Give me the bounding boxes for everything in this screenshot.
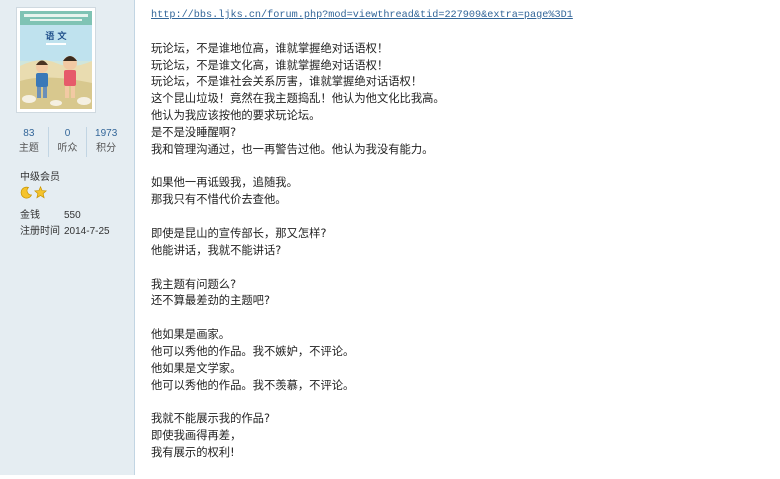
stat-points-value: 1973 [95,128,118,139]
register-label: 注册时间 [20,226,60,237]
post-line: 那我只有不惜代价去查他。 [151,193,287,207]
stat-followers-value: 0 [64,128,71,139]
post-line: 玩论坛，不是谁地位高，谁就掌握绝对话语权！ [151,41,389,55]
post-line: 他认为我应该按他的要求玩论坛。 [151,108,321,122]
post-line: 玩论坛，不是谁文化高，谁就掌握绝对话语权！ [151,58,389,72]
stat-topics[interactable]: 83 主题 [10,127,48,157]
stat-points[interactable]: 1973 积分 [86,127,125,157]
post-line: 即使是昆山的宣传部长，那又怎样? [151,226,327,240]
star-icon [33,184,48,199]
user-rank[interactable]: 中级会员 [20,168,60,183]
post-paragraph-6: 我就不能展示我的作品? 即使我画得再差， 我有展示的权利! [151,411,771,461]
rank-icons [20,184,48,199]
post-paragraph-2: 如果他一再诋毁我，追随我。 那我只有不惜代价去查他。 [151,175,771,209]
avatar[interactable]: 语 文 [16,7,96,113]
post-content: http://bbs.ljks.cn/forum.php?mod=viewthr… [151,8,771,479]
post-paragraph-4: 我主题有问题么? 还不算最差劲的主题吧? [151,277,771,311]
register-row: 注册时间 2014-7-25 [20,222,110,237]
post-line: 这个昆山垃圾！竟然在我主题捣乱！他认为他文化比我高。 [151,92,445,106]
stat-followers[interactable]: 0 听众 [47,127,87,157]
post-line: 如果他一再诋毁我，追随我。 [151,176,298,190]
money-row: 金钱 550 [20,206,81,221]
register-value: 2014-7-25 [64,226,110,237]
stat-points-label: 积分 [96,143,117,154]
post-line: 我就不能展示我的作品? [151,412,270,426]
post-line: 他如果是画家。 [151,328,231,342]
post-line: 是不是没睡醒啊? [151,125,237,139]
post-paragraph-1: 玩论坛，不是谁地位高，谁就掌握绝对话语权！ 玩论坛，不是谁文化高，谁就掌握绝对话… [151,41,771,159]
thread-link[interactable]: http://bbs.ljks.cn/forum.php?mod=viewthr… [151,8,771,25]
stat-topics-label: 主题 [18,143,39,154]
post-line: 他可以秀他的作品。我不羡慕，不评论。 [151,378,355,392]
post-paragraph-5: 他如果是画家。 他可以秀他的作品。我不嫉妒，不评论。 他如果是文学家。 他可以秀… [151,327,771,394]
post-line: 他如果是文学家。 [151,361,242,375]
post-line: 我和管理沟通过，也一再警告过他。他认为我没有能力。 [151,142,434,156]
post-line: 还不算最差劲的主题吧? [151,294,270,308]
stat-followers-label: 听众 [57,143,78,154]
post-line: 即使我画得再差， [151,429,242,443]
post-line: 他能讲话，我就不能讲话? [151,243,282,257]
user-sidebar: 语 文 83 主题 0 听众 1973 积分 中级会员 金钱 550 注册时间 … [0,0,135,475]
money-value: 550 [64,210,81,221]
post-line: 他可以秀他的作品。我不嫉妒，不评论。 [151,344,355,358]
post-paragraph-3: 即使是昆山的宣传部长，那又怎样? 他能讲话，我就不能讲话? [151,226,771,260]
stat-topics-value: 83 [23,128,35,139]
money-label: 金钱 [20,210,40,221]
user-stats: 83 主题 0 听众 1973 积分 [10,127,125,157]
avatar-image: 语 文 [20,11,92,109]
post-line: 我有展示的权利! [151,445,235,459]
book-cover-title: 语 文 [45,30,67,42]
post-line: 我主题有问题么? [151,277,237,291]
post-line: 玩论坛，不是谁社会关系厉害，谁就掌握绝对话语权！ [151,75,423,89]
moon-icon [20,184,33,199]
